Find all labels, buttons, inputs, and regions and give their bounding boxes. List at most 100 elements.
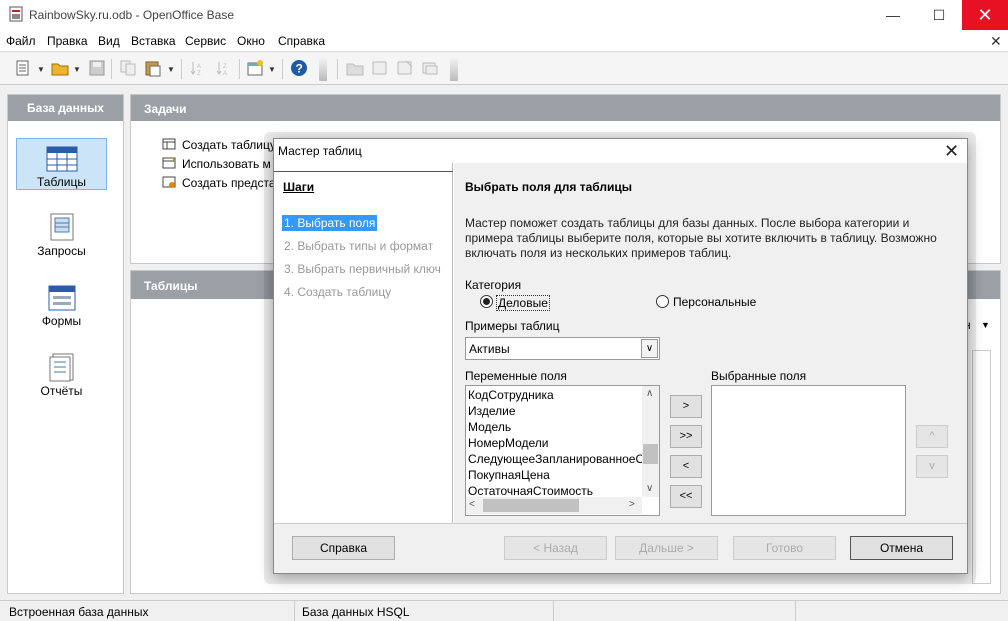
reports-icon <box>49 353 73 382</box>
open-dropdown-icon[interactable]: ▼ <box>73 65 81 74</box>
selected-fields-list[interactable] <box>711 385 906 516</box>
scroll-down-icon[interactable]: ∨ <box>646 483 653 494</box>
new-dropdown-icon[interactable]: ▼ <box>37 65 45 74</box>
radio-business-label[interactable]: Деловые <box>496 295 550 311</box>
menu-bar: Файл Правка Вид Вставка Сервис Окно Спра… <box>0 30 1008 52</box>
help-button[interactable]: Справка <box>292 536 395 560</box>
category-label: Категория <box>465 278 522 292</box>
sort-ascending-icon: AZ <box>190 62 201 77</box>
status-bar: Встроенная база данных База данных HSQL <box>0 600 1008 621</box>
save-icon <box>89 60 105 76</box>
task-create-table-design[interactable]: Создать таблицу <box>162 137 276 152</box>
vscroll-thumb[interactable] <box>643 444 658 464</box>
table-wizard-icon <box>162 156 176 169</box>
steps-divider <box>274 171 453 172</box>
list-item[interactable]: КодСотрудника <box>468 388 642 402</box>
dialog-title: Мастер таблиц <box>278 144 362 158</box>
close-document-icon[interactable]: ✕ <box>990 33 1002 50</box>
back-button[interactable]: < Назад <box>504 536 607 560</box>
list-item[interactable]: НомерМодели <box>468 436 642 450</box>
list-item[interactable]: Изделие <box>468 404 642 418</box>
menu-edit[interactable]: Правка <box>47 34 88 48</box>
paste-dropdown-icon[interactable]: ▼ <box>167 65 175 74</box>
toolbar-grip-2[interactable] <box>450 57 458 81</box>
move-left-button[interactable]: < <box>670 455 702 478</box>
sample-tables-value: Активы <box>469 342 510 356</box>
svg-text:Z: Z <box>223 64 227 70</box>
menu-view[interactable]: Вид <box>98 34 120 48</box>
window-title: RainbowSky.ru.odb - OpenOffice Base <box>29 8 234 22</box>
new-form-icon[interactable] <box>246 59 264 77</box>
toolbar: ▼ ▼ ▼ AZ ZA ▼ ? <box>0 53 1008 85</box>
new-document-icon[interactable] <box>14 59 32 77</box>
database-panel-header: База данных <box>8 95 123 121</box>
paste-icon[interactable] <box>144 59 162 77</box>
move-down-button[interactable]: v <box>916 455 948 478</box>
maximize-button[interactable]: ☐ <box>916 0 962 30</box>
step-1-select-fields[interactable]: 1. Выбрать поля <box>282 215 378 231</box>
move-up-button[interactable]: ^ <box>916 425 948 448</box>
move-all-left-button[interactable]: << <box>670 485 702 508</box>
forms-icon <box>48 285 75 311</box>
new-form-dropdown-icon[interactable]: ▼ <box>268 65 276 74</box>
sidebar-item-reports[interactable]: Отчёты <box>16 348 107 400</box>
sidebar-item-forms[interactable]: Формы <box>16 278 107 330</box>
radio-business[interactable] <box>480 295 493 308</box>
menu-help[interactable]: Справка <box>278 34 325 48</box>
menu-window[interactable]: Окно <box>237 34 265 48</box>
minimize-button[interactable]: — <box>870 0 916 30</box>
sidebar-item-label: Формы <box>41 314 82 328</box>
sample-tables-label: Примеры таблиц <box>465 319 560 333</box>
list-item[interactable]: ОстаточнаяСтоимость <box>468 484 642 498</box>
next-button[interactable]: Дальше > <box>615 536 718 560</box>
step-4-create-table[interactable]: 4. Создать таблицу <box>282 284 393 300</box>
step-3-primary-key[interactable]: 3. Выбрать первичный ключ <box>282 261 443 277</box>
edit-icon <box>372 61 387 75</box>
available-fields-label: Переменные поля <box>465 369 567 383</box>
chevron-down-icon[interactable]: ∨ <box>641 339 658 358</box>
hscroll-thumb[interactable] <box>483 499 579 512</box>
sort-descending-icon: ZA <box>216 62 227 77</box>
help-icon[interactable]: ? <box>290 59 308 77</box>
queries-icon <box>50 213 73 241</box>
wizard-page-title: Выбрать поля для таблицы <box>465 180 633 194</box>
rename-icon <box>422 62 438 75</box>
finish-button[interactable]: Готово <box>733 536 836 560</box>
menu-file[interactable]: Файл <box>6 34 36 48</box>
menu-tools[interactable]: Сервис <box>185 34 226 48</box>
list-item[interactable]: ПокупнаяЦена <box>468 468 642 482</box>
step-2-types-format[interactable]: 2. Выбрать типы и формат <box>282 238 435 254</box>
task-create-view[interactable]: Создать предста <box>162 175 276 190</box>
task-use-wizard[interactable]: Использовать м <box>162 156 271 171</box>
preview-dropdown-icon[interactable]: ▼ <box>981 320 990 330</box>
move-all-right-button[interactable]: >> <box>670 425 702 448</box>
app-icon <box>9 6 23 22</box>
copy-icon <box>120 60 136 76</box>
wizard-description: Мастер поможет создать таблицы для базы … <box>465 216 937 260</box>
open-db-object-icon <box>346 63 364 76</box>
svg-text:?: ? <box>296 62 303 76</box>
available-fields-vscroll[interactable] <box>642 386 659 497</box>
radio-personal-label[interactable]: Персональные <box>673 295 756 309</box>
scroll-up-icon[interactable]: ∧ <box>646 388 653 399</box>
toolbar-grip[interactable] <box>319 57 327 81</box>
scroll-left-icon[interactable]: < <box>469 499 475 510</box>
scroll-right-icon[interactable]: > <box>629 499 635 510</box>
open-folder-icon[interactable] <box>51 59 69 77</box>
sidebar-item-label: Запросы <box>37 244 86 258</box>
list-item[interactable]: СледующееЗапланированноеО <box>468 452 642 466</box>
cancel-button[interactable]: Отмена <box>850 536 953 560</box>
radio-personal[interactable] <box>656 295 669 308</box>
sidebar-item-queries[interactable]: Запросы <box>16 208 107 260</box>
svg-text:A: A <box>223 71 227 77</box>
list-item[interactable]: Модель <box>468 420 642 434</box>
sidebar-item-tables[interactable]: Таблицы <box>16 138 107 190</box>
svg-text:A: A <box>197 64 201 70</box>
dialog-close-icon[interactable]: ✕ <box>944 141 959 162</box>
move-right-button[interactable]: > <box>670 395 702 418</box>
task-label: Использовать м <box>182 157 271 171</box>
close-window-button[interactable]: ✕ <box>962 0 1008 30</box>
menu-insert[interactable]: Вставка <box>131 34 176 48</box>
tasks-panel-header: Задачи <box>131 95 1000 121</box>
steps-title: Шаги <box>283 180 315 194</box>
